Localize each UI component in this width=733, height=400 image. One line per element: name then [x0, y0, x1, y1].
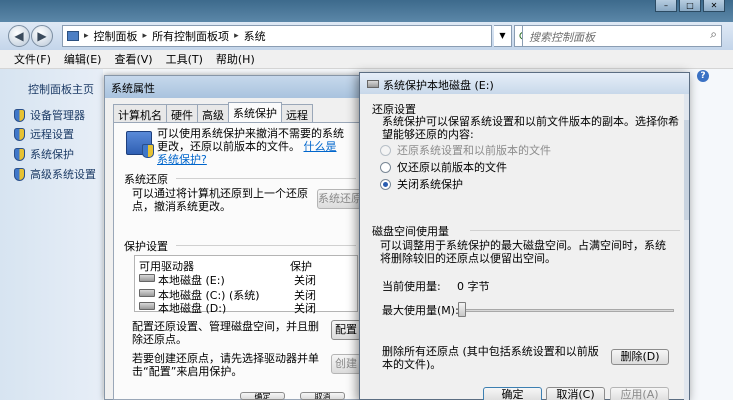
intro-text: 可以使用系统保护来撤消不需要的系统更改，还原以前版本的文件。 什么是系统保护? — [157, 127, 347, 166]
sidebar-item-device-manager[interactable]: 设备管理器 — [14, 107, 85, 123]
radio-button[interactable] — [380, 144, 391, 156]
minimize-button[interactable]: – — [655, 0, 677, 12]
section-divider — [470, 230, 680, 231]
menu-view[interactable]: 查看(V) — [114, 51, 152, 67]
section-divider — [176, 245, 356, 246]
disk-usage-heading: 磁盘空间使用量 — [372, 225, 449, 238]
forward-button[interactable]: ▶ — [31, 25, 53, 47]
breadcrumb-item[interactable]: 系统 — [244, 28, 266, 44]
tab-advanced[interactable]: 高级 — [197, 104, 229, 122]
breadcrumb-separator-icon: ▸ — [142, 31, 148, 41]
table-row[interactable]: 本地磁盘 (E:) 关闭 — [139, 272, 316, 288]
sidebar-item-label: 远程设置 — [30, 128, 74, 141]
shield-icon — [14, 108, 25, 122]
sidebar-item-advanced-settings[interactable]: 高级系统设置 — [14, 166, 96, 182]
option-restore-files-only[interactable]: 仅还原以前版本的文件 — [380, 159, 507, 175]
configure-button[interactable]: 配置 — [331, 320, 361, 340]
delete-restore-points-description: 删除所有还原点 (其中包括系统设置和以前版本的文件)。 — [382, 345, 599, 371]
menu-tools[interactable]: 工具(T) — [166, 51, 203, 67]
sidebar-item-remote-settings[interactable]: 远程设置 — [14, 126, 74, 142]
back-arrow-icon: ◀ — [14, 29, 24, 43]
disk-drive-icon — [139, 289, 155, 297]
cancel-button[interactable]: 取消(C) — [546, 387, 605, 400]
protection-status: 关闭 — [294, 302, 316, 315]
shield-icon — [14, 167, 25, 181]
option-restore-all[interactable]: 还原系统设置和以前版本的文件 — [380, 142, 551, 158]
system-restore-button[interactable]: 系统还原 — [317, 189, 362, 209]
disk-drive-icon — [139, 302, 155, 310]
tab-strip: 计算机名 硬件 高级 系统保护 远程 — [113, 102, 313, 122]
option-turn-off-protection[interactable]: 关闭系统保护 — [380, 176, 463, 192]
disk-drive-icon — [367, 80, 379, 88]
sidebar-item-label: 高级系统设置 — [30, 168, 96, 181]
sidebar-home-link[interactable]: 控制面板主页 — [28, 81, 94, 97]
help-icon[interactable]: ? — [697, 70, 709, 82]
back-button[interactable]: ◀ — [8, 25, 30, 47]
window-controls: – □ ✕ — [655, 0, 725, 12]
drive-name: 本地磁盘 (D:) — [158, 302, 227, 315]
menu-file[interactable]: 文件(F) — [14, 51, 51, 67]
system-restore-description: 可以通过将计算机还原到上一个还原点，撤消系统更改。 — [132, 187, 308, 213]
scrollbar-thumb[interactable] — [684, 120, 689, 220]
system-protection-icon — [126, 131, 154, 158]
properties-ok-button[interactable]: 确定 — [240, 392, 285, 400]
forward-arrow-icon: ▶ — [37, 29, 47, 43]
current-usage-label: 当前使用量: — [382, 280, 441, 293]
tab-hardware[interactable]: 硬件 — [166, 104, 198, 122]
max-usage-slider-thumb[interactable] — [458, 302, 466, 317]
option-label: 关闭系统保护 — [397, 178, 463, 191]
breadcrumb-item[interactable]: 控制面板 — [94, 28, 138, 44]
protection-settings-heading: 保护设置 — [124, 240, 168, 253]
shield-icon — [14, 127, 25, 141]
shield-icon — [14, 147, 25, 161]
max-usage-slider-track[interactable] — [458, 309, 674, 312]
section-divider — [176, 178, 356, 179]
dialog-titlebar: 系统属性 — [105, 76, 359, 98]
drive-name: 本地磁盘 (E:) — [158, 274, 225, 287]
table-row[interactable]: 本地磁盘 (D:) 关闭 — [139, 300, 316, 316]
navigation-bar: ◀ ▶ ▸ 控制面板 ▸ 所有控制面板项 ▸ 系统 ▼ ⟳ 搜索控制面板 — [0, 22, 733, 50]
maximize-button[interactable]: □ — [679, 0, 701, 12]
menu-bar: 文件(F) 编辑(E) 查看(V) 工具(T) 帮助(H) — [0, 50, 733, 69]
breadcrumb-separator-icon: ▸ — [84, 31, 89, 41]
radio-button[interactable] — [380, 161, 391, 173]
dialog-title: 系统保护本地磁盘 (E:) — [383, 79, 494, 92]
create-description: 若要创建还原点，请先选择驱动器并单击“配置”来启用保护。 — [132, 352, 319, 378]
max-usage-label: 最大使用量(M): — [382, 304, 459, 317]
disk-drive-icon — [139, 274, 155, 282]
tab-remote[interactable]: 远程 — [281, 104, 313, 122]
create-button[interactable]: 创建 — [331, 354, 361, 374]
breadcrumb-item[interactable]: 所有控制面板项 — [152, 28, 229, 44]
radio-button[interactable] — [380, 178, 391, 190]
search-icon: ⌕ — [710, 27, 717, 41]
option-label: 还原系统设置和以前版本的文件 — [397, 144, 551, 157]
current-usage-value: 0 字节 — [457, 280, 490, 293]
tab-system-protection[interactable]: 系统保护 — [228, 102, 282, 122]
tab-computer-name[interactable]: 计算机名 — [113, 104, 167, 122]
configure-description: 配置还原设置、管理磁盘空间，并且删除还原点。 — [132, 320, 319, 346]
ok-button[interactable]: 确定 — [483, 387, 542, 400]
protection-status: 关闭 — [294, 274, 316, 287]
close-button[interactable]: ✕ — [703, 0, 725, 12]
search-input[interactable]: 搜索控制面板 — [522, 25, 722, 47]
address-bar[interactable]: ▸ 控制面板 ▸ 所有控制面板项 ▸ 系统 — [62, 25, 492, 47]
properties-cancel-button[interactable]: 取消 — [300, 392, 345, 400]
menu-help[interactable]: 帮助(H) — [216, 51, 255, 67]
restore-settings-description: 系统保护可以保留系统设置和以前文件版本的副本。选择你希望能够还原的内容: — [382, 115, 679, 141]
delete-button[interactable]: 删除(D) — [611, 349, 669, 365]
window-titlebar: – □ ✕ — [0, 0, 733, 22]
option-label: 仅还原以前版本的文件 — [397, 161, 507, 174]
disk-usage-description: 可以调整用于系统保护的最大磁盘空间。占满空间时，系统将删除较旧的还原点以便留出空… — [380, 239, 666, 265]
breadcrumb-separator-icon: ▸ — [234, 31, 239, 41]
dialog-title: 系统属性 — [111, 82, 155, 95]
sidebar-item-system-protection[interactable]: 系统保护 — [14, 146, 74, 162]
address-dropdown-button[interactable]: ▼ — [494, 25, 512, 47]
apply-button[interactable]: 应用(A) — [610, 387, 669, 400]
sidebar-item-label: 设备管理器 — [30, 109, 85, 122]
system-restore-heading: 系统还原 — [124, 173, 168, 186]
control-panel-icon — [67, 31, 79, 41]
menu-edit[interactable]: 编辑(E) — [64, 51, 102, 67]
sidebar-item-label: 系统保护 — [30, 148, 74, 161]
